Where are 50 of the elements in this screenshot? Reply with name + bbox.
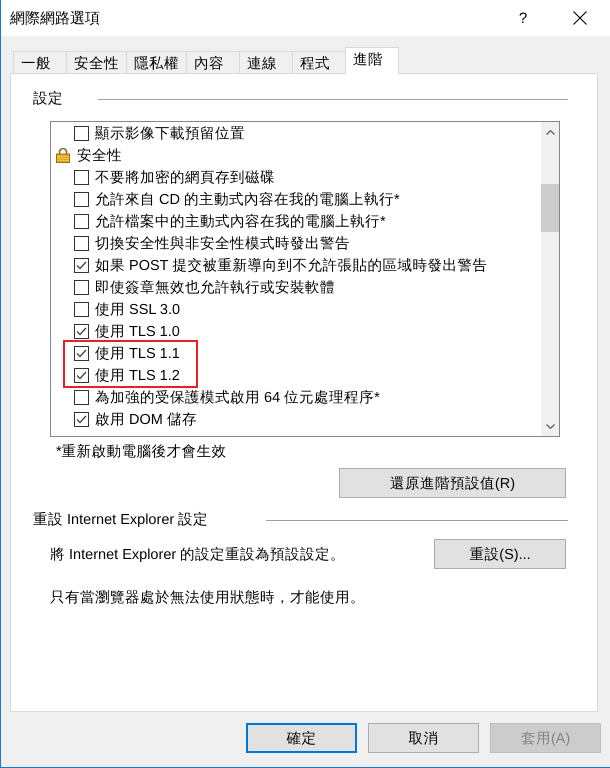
checkmark-icon <box>76 370 87 380</box>
option-label: 即使簽章無效也允許執行或安裝軟體 <box>95 278 335 296</box>
window-title: 網際網路選項 <box>10 8 101 28</box>
section-heading: 重設 Internet Explorer 設定 <box>33 510 208 530</box>
chevron-up-icon <box>546 130 554 134</box>
checkmark-icon <box>76 414 87 424</box>
lock-icon <box>56 147 70 163</box>
dialog-button[interactable]: 確定 <box>246 723 357 753</box>
close-icon <box>573 11 587 25</box>
tab[interactable]: 一般 <box>13 51 67 74</box>
option-label: 使用 TLS 1.0 <box>95 322 180 340</box>
reset-button[interactable]: 重設(S)... <box>434 539 566 569</box>
option-label: 切換安全性與非安全性模式時發出警告 <box>95 234 350 252</box>
checkmark-icon <box>76 326 87 336</box>
option-label: 使用 TLS 1.1 <box>95 344 180 362</box>
category-label: 安全性 <box>77 146 122 164</box>
option-label: 如果 POST 提交被重新導向到不允許張貼的區域時發出警告 <box>95 256 488 274</box>
dialog-button[interactable]: 取消 <box>368 723 479 753</box>
checkbox[interactable] <box>74 214 89 228</box>
checkmark-icon <box>76 348 87 358</box>
checkbox[interactable] <box>74 412 89 426</box>
checkbox[interactable] <box>74 390 89 404</box>
checkbox[interactable] <box>74 236 89 250</box>
option-label: 允許來自 CD 的主動式內容在我的電腦上執行* <box>95 190 400 208</box>
checkbox[interactable] <box>74 324 89 338</box>
option-label: 使用 SSL 3.0 <box>95 300 180 318</box>
checkbox[interactable] <box>74 368 89 382</box>
checkbox[interactable] <box>74 280 89 294</box>
option-label: 顯示影像下載預留位置 <box>95 124 245 142</box>
checkbox[interactable] <box>74 346 89 360</box>
restore-defaults-button[interactable]: 還原進階預設值(R) <box>339 468 566 498</box>
reset-description: 將 Internet Explorer 的設定重設為預設設定。 <box>50 546 346 564</box>
option-label: 允許檔案中的主動式內容在我的電腦上執行* <box>95 212 386 230</box>
checkbox[interactable] <box>74 170 89 184</box>
checkbox[interactable] <box>74 302 89 316</box>
option-label: 啟用 DOM 儲存 <box>95 410 197 428</box>
reset-note: 只有當瀏覽器處於無法使用狀態時，才能使用。 <box>49 589 366 608</box>
option-label: 為加強的受保護模式啟用 64 位元處理程序* <box>95 388 380 406</box>
checkbox[interactable] <box>74 126 89 140</box>
option-label: 使用 TLS 1.2 <box>95 366 180 384</box>
chevron-down-icon <box>546 424 554 428</box>
checkbox[interactable] <box>74 192 89 206</box>
tab[interactable]: 進階 <box>345 47 399 74</box>
checkbox[interactable] <box>74 258 89 272</box>
restart-note: *重新啟動電腦後才會生效 <box>55 442 228 462</box>
section-heading: 設定 <box>33 90 63 109</box>
checkmark-icon <box>76 260 87 270</box>
help-button[interactable]: ? <box>500 0 546 36</box>
option-label: 不要將加密的網頁存到磁碟 <box>95 168 275 186</box>
scrollbar-thumb[interactable] <box>541 184 559 232</box>
